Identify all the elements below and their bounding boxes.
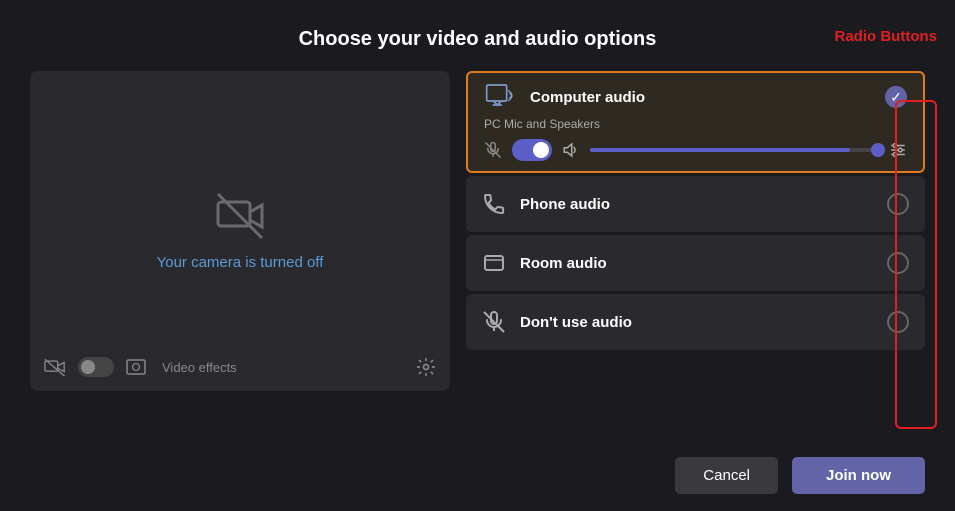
no-audio-icon bbox=[482, 310, 506, 334]
volume-fill bbox=[590, 148, 850, 152]
page-title: Choose your video and audio options bbox=[0, 0, 955, 71]
computer-audio-controls bbox=[484, 139, 907, 161]
phone-audio-radio[interactable] bbox=[887, 193, 909, 215]
volume-slider[interactable] bbox=[590, 148, 879, 152]
camera-off-text: Your camera is turned off bbox=[157, 254, 324, 271]
no-audio-radio[interactable] bbox=[887, 311, 909, 333]
camera-off-icon bbox=[216, 192, 264, 240]
video-effects-icon bbox=[126, 359, 146, 375]
computer-audio-name: Computer audio bbox=[530, 89, 885, 106]
speaker-icon bbox=[562, 141, 580, 159]
audio-option-none[interactable]: Don't use audio bbox=[466, 294, 925, 350]
camera-toggle[interactable] bbox=[78, 357, 114, 377]
mic-muted-icon[interactable] bbox=[484, 141, 502, 159]
audio-option-phone[interactable]: Phone audio bbox=[466, 176, 925, 232]
radio-buttons-annotation: Radio Buttons bbox=[835, 28, 938, 45]
mic-toggle[interactable] bbox=[512, 139, 552, 161]
settings-gear-icon[interactable] bbox=[416, 357, 436, 377]
camera-panel: Your camera is turned off Video effects bbox=[30, 71, 450, 391]
join-now-button[interactable]: Join now bbox=[792, 457, 925, 494]
audio-panel: Computer audio ✓ PC Mic and Speakers bbox=[466, 71, 925, 391]
volume-thumb bbox=[871, 143, 885, 157]
camera-toggle-icon[interactable] bbox=[44, 358, 66, 376]
no-audio-name: Don't use audio bbox=[520, 314, 887, 331]
audio-option-room[interactable]: Room audio bbox=[466, 235, 925, 291]
phone-audio-icon bbox=[482, 192, 506, 216]
computer-audio-icon bbox=[484, 83, 516, 111]
camera-controls: Video effects bbox=[44, 357, 436, 377]
room-audio-icon bbox=[482, 251, 506, 275]
audio-settings-icon[interactable] bbox=[889, 141, 907, 159]
main-content: Your camera is turned off Video effects bbox=[0, 71, 955, 391]
room-audio-radio[interactable] bbox=[887, 252, 909, 274]
video-effects-label: Video effects bbox=[162, 360, 404, 375]
footer: Cancel Join now bbox=[0, 439, 955, 511]
cancel-button[interactable]: Cancel bbox=[675, 457, 778, 494]
room-audio-name: Room audio bbox=[520, 255, 887, 272]
audio-option-computer[interactable]: Computer audio ✓ PC Mic and Speakers bbox=[466, 71, 925, 173]
pc-mic-label: PC Mic and Speakers bbox=[484, 117, 907, 131]
computer-audio-radio[interactable]: ✓ bbox=[885, 86, 907, 108]
phone-audio-name: Phone audio bbox=[520, 196, 887, 213]
